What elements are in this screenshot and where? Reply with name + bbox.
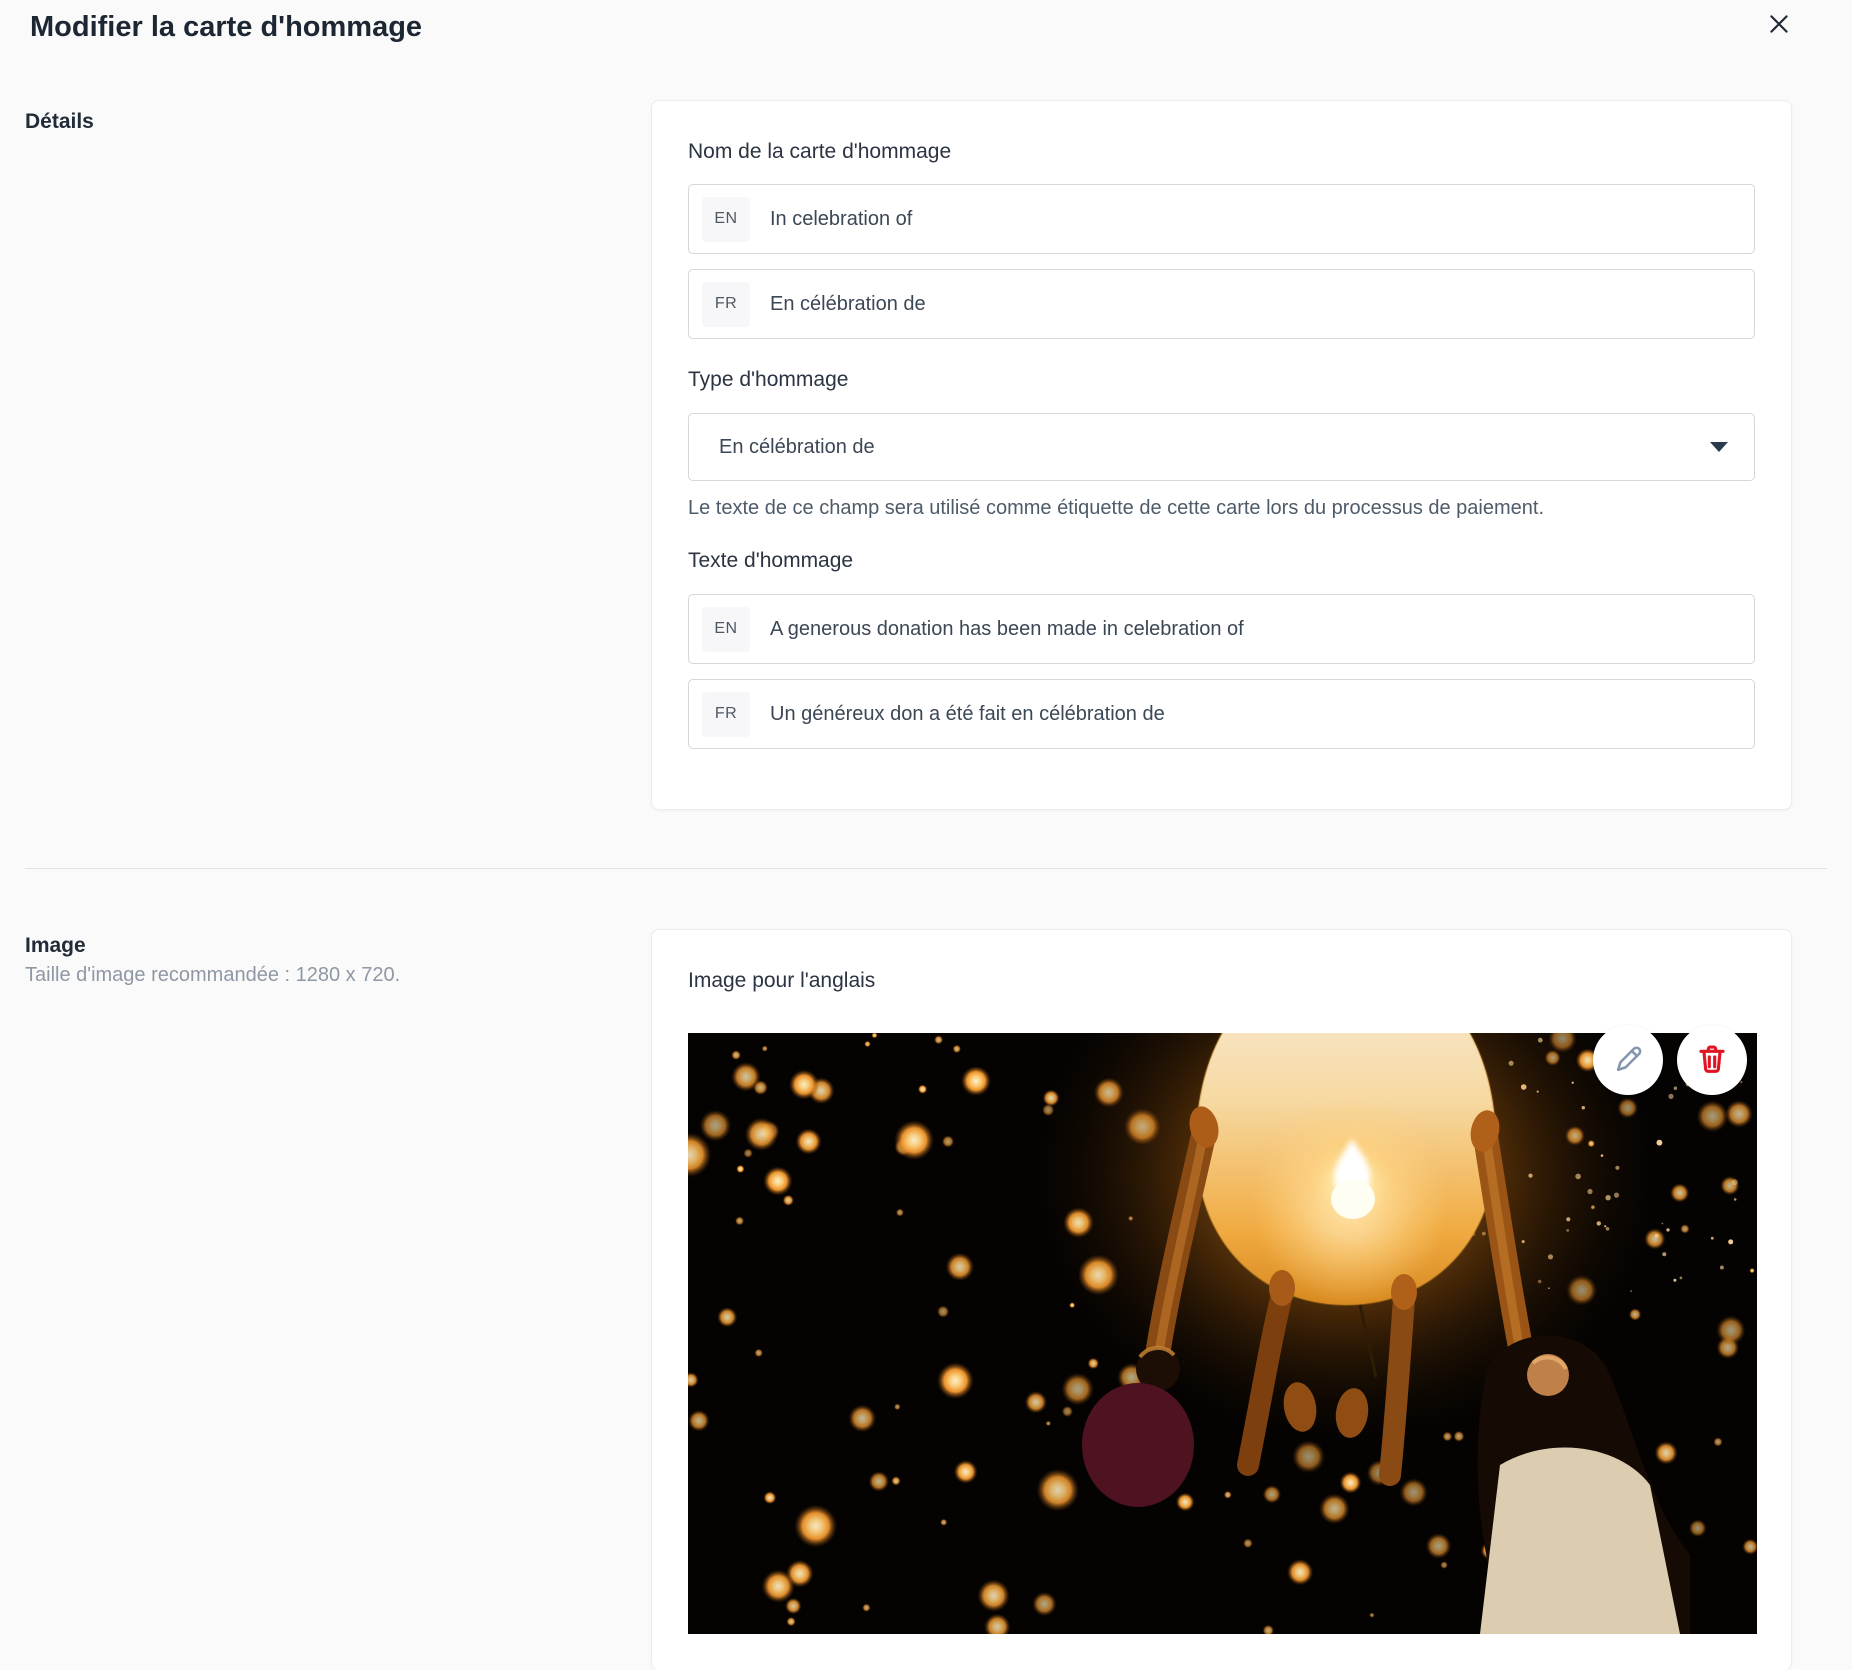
close-button[interactable] xyxy=(1764,10,1794,40)
delete-image-button[interactable] xyxy=(1677,1025,1747,1095)
edit-image-button[interactable] xyxy=(1593,1025,1663,1095)
close-icon xyxy=(1766,11,1792,40)
tribute-name-fr-input[interactable] xyxy=(768,283,1738,325)
details-card: Nom de la carte d'hommage EN FR Type d'h… xyxy=(651,100,1792,810)
tribute-type-label: Type d'hommage xyxy=(688,365,1755,395)
image-section-heading: Image xyxy=(25,932,651,960)
details-section: Détails Nom de la carte d'hommage EN FR … xyxy=(0,100,1852,810)
tribute-type-select[interactable]: En célébration de xyxy=(688,413,1755,481)
lang-badge-en: EN xyxy=(702,197,750,242)
tribute-text-fr-input[interactable] xyxy=(768,693,1738,735)
tribute-name-fr-row: FR xyxy=(688,269,1755,339)
tribute-text-en-row: EN xyxy=(688,594,1755,664)
section-divider xyxy=(25,868,1827,869)
tribute-text-label: Texte d'hommage xyxy=(688,546,1755,576)
lang-badge-en: EN xyxy=(702,607,750,652)
modal-header: Modifier la carte d'hommage xyxy=(0,0,1852,48)
lang-badge-fr: FR xyxy=(702,282,750,327)
trash-icon xyxy=(1695,1042,1729,1079)
image-size-hint: Taille d'image recommandée : 1280 x 720. xyxy=(25,961,651,989)
tribute-name-en-row: EN xyxy=(688,184,1755,254)
tribute-image-preview xyxy=(688,1033,1757,1634)
lang-badge-fr: FR xyxy=(702,692,750,737)
pencil-icon xyxy=(1611,1042,1645,1079)
tribute-type-helper-text: Le texte de ce champ sera utilisé comme … xyxy=(688,495,1755,521)
tribute-name-label: Nom de la carte d'hommage xyxy=(688,137,1755,167)
lantern-photo xyxy=(688,1033,1757,1634)
tribute-text-en-input[interactable] xyxy=(768,608,1738,650)
details-section-heading: Détails xyxy=(25,108,651,136)
tribute-text-fr-row: FR xyxy=(688,679,1755,749)
chevron-down-icon xyxy=(1710,442,1728,452)
image-section: Image Taille d'image recommandée : 1280 … xyxy=(0,929,1852,1670)
image-english-label: Image pour l'anglais xyxy=(688,966,1755,996)
tribute-name-en-input[interactable] xyxy=(768,198,1738,240)
tribute-type-selected-value: En célébration de xyxy=(719,436,1710,459)
image-card: Image pour l'anglais xyxy=(651,929,1792,1670)
page-title: Modifier la carte d'hommage xyxy=(30,8,1822,46)
